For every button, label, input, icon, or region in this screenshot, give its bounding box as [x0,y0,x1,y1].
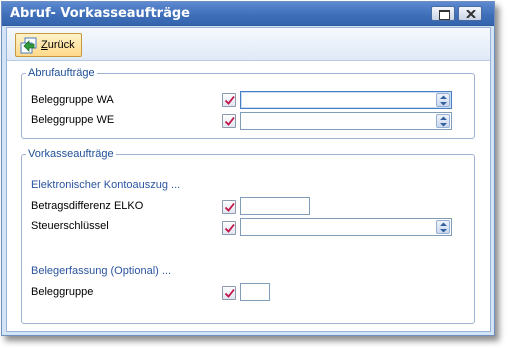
beleggruppe-we-label: Beleggruppe WE [31,114,115,126]
title-bar[interactable]: Abruf- Vorkasseaufträge [2,2,494,26]
beleggruppe-wa-label: Beleggruppe WA [31,94,114,106]
betragsdifferenz-elko-label: Betragsdifferenz ELKO [31,200,144,212]
group-vorkasseauftraege-legend: Vorkasseaufträge [26,147,116,161]
beleggruppe-we-check[interactable] [222,114,236,128]
beleggruppe-input[interactable] [240,283,270,301]
group-vorkasseauftraege: Vorkasseaufträge Elektronischer Kontoaus… [21,147,475,324]
dialog-client-area: Zurück Abrufaufträge Beleggruppe WA Bele… [6,27,491,332]
beleggruppe-label: Beleggruppe [31,286,94,298]
spin-arrows-icon [440,222,447,233]
beleggruppe-wa-check[interactable] [222,93,236,107]
steuerschluessel-combo[interactable] [240,218,452,236]
beleggruppe-wa-dropdown-button[interactable] [436,93,450,107]
steuerschluessel-dropdown-button[interactable] [436,220,450,234]
group-abrufauftraege: Abrufaufträge Beleggruppe WA Beleggruppe… [21,66,475,139]
checkmark-icon [224,116,235,126]
checkmark-icon [224,202,235,212]
betragsdifferenz-elko-check[interactable] [222,200,236,214]
arrow-back-icon [20,37,37,54]
group-abrufauftraege-legend: Abrufaufträge [26,66,97,80]
back-button[interactable]: Zurück [15,33,82,57]
close-button[interactable] [458,6,482,21]
steuerschluessel-check[interactable] [222,221,236,235]
close-icon [466,10,476,18]
window-title: Abruf- Vorkasseaufträge [10,6,190,21]
beleggruppe-wa-combo[interactable] [240,91,452,109]
spin-arrows-icon [440,116,447,127]
beleggruppe-we-dropdown-button[interactable] [436,114,450,128]
section-elko-title: Elektronischer Kontoauszug ... [31,179,181,191]
steuerschluessel-label: Steuerschlüssel [31,220,109,232]
spin-arrows-icon [440,95,447,106]
checkmark-icon [224,223,235,233]
toolbar: Zurück [7,28,490,61]
betragsdifferenz-elko-input[interactable] [240,197,310,215]
checkmark-icon [224,95,235,105]
section-belegerfassung-title: Belegerfassung (Optional) ... [31,265,172,277]
beleggruppe-check[interactable] [222,286,236,300]
back-button-label: Zurück [41,39,75,51]
dialog-window: Abruf- Vorkasseaufträge Zurück Abrufauft… [1,1,495,336]
beleggruppe-we-combo[interactable] [240,112,452,130]
checkmark-icon [224,288,235,298]
restore-button[interactable] [431,6,455,21]
